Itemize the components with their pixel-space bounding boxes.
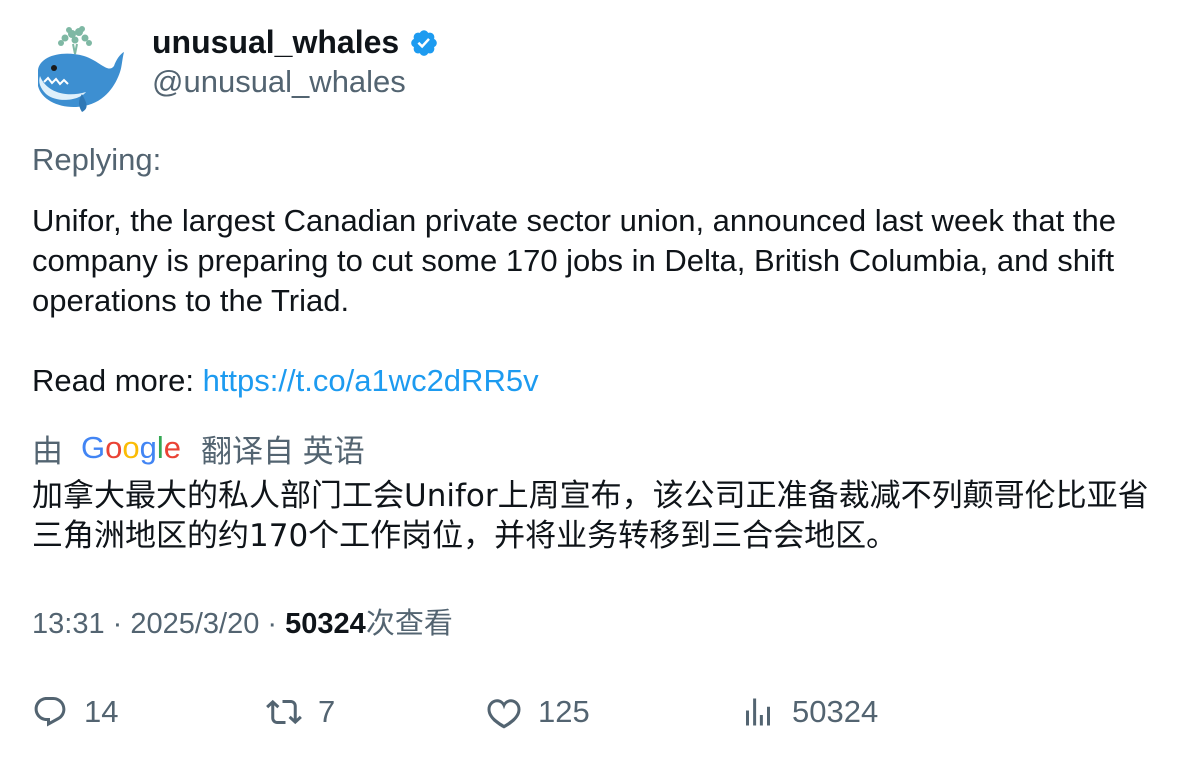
- author-name[interactable]: unusual_whales: [152, 22, 399, 62]
- view-count: 50324: [285, 608, 366, 640]
- views-count: 50324: [792, 694, 879, 729]
- like-count: 125: [538, 694, 590, 729]
- svg-text:Google: Google: [81, 430, 181, 465]
- author-name-row: unusual_whales: [152, 22, 439, 62]
- translation-prefix: 由: [32, 433, 63, 469]
- verified-badge-icon: [411, 30, 437, 56]
- meta-separator: ·: [104, 608, 131, 640]
- reply-icon: [34, 697, 66, 727]
- translated-text: 加拿大最大的私人部门工会Unifor上周宣布，该公司正准备裁减不列颠哥伦比亚省三…: [32, 478, 1149, 554]
- action-bar: 14 7 125 50324: [32, 690, 1172, 734]
- views-label: 次查看: [365, 608, 453, 640]
- translation-attribution: 由 Google 翻译自 英语: [32, 426, 365, 470]
- heart-icon: [487, 699, 521, 729]
- tweet-time[interactable]: 13:31: [32, 608, 105, 640]
- reply-button[interactable]: 14: [32, 690, 118, 734]
- tweet-meta: 13:31 · 2025/3/20 · 50324次查看: [32, 604, 453, 644]
- avatar[interactable]: [32, 26, 128, 114]
- retweet-button[interactable]: 7: [266, 690, 335, 734]
- whale-avatar-icon: [38, 26, 124, 112]
- tweet-body-text: Unifor, the largest Canadian private sec…: [32, 203, 1116, 318]
- read-more-line: Read more: https://t.co/a1wc2dRR5v: [32, 361, 1172, 401]
- translation-suffix[interactable]: 翻译自 英语: [201, 426, 365, 471]
- author-handle[interactable]: @unusual_whales: [152, 62, 406, 102]
- tweet-link[interactable]: https://t.co/a1wc2dRR5v: [203, 363, 539, 398]
- retweet-icon: [266, 699, 302, 725]
- tweet-text: Unifor, the largest Canadian private sec…: [32, 201, 1172, 401]
- reply-count: 14: [84, 694, 119, 729]
- analytics-icon: [746, 698, 770, 726]
- like-button[interactable]: 125: [486, 690, 590, 734]
- read-more-label: Read more:: [32, 363, 203, 398]
- google-logo: Google: [81, 430, 181, 465]
- replying-label: Replying:: [32, 142, 162, 177]
- tweet-date[interactable]: 2025/3/20: [130, 608, 259, 640]
- meta-separator: ·: [259, 608, 286, 640]
- retweet-count: 7: [318, 694, 336, 729]
- views-button[interactable]: 50324: [740, 690, 878, 734]
